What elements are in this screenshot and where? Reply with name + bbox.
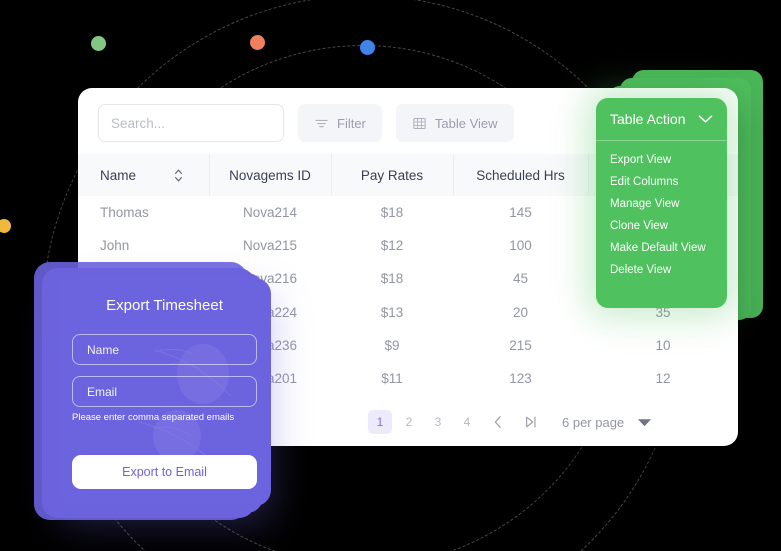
pagination-page-1[interactable]: 1 bbox=[368, 410, 392, 434]
dot-orange bbox=[250, 35, 265, 50]
dot-green bbox=[91, 36, 106, 51]
column-header-novagems-id[interactable]: Novagems ID bbox=[209, 154, 332, 196]
menu-item-delete-view[interactable]: Delete View bbox=[596, 259, 727, 281]
dot-blue bbox=[360, 40, 375, 55]
pagination-page-4[interactable]: 4 bbox=[455, 410, 479, 434]
cell-scheduled-hrs: 145 bbox=[509, 205, 532, 221]
export-name-input[interactable] bbox=[87, 342, 242, 357]
search-box[interactable] bbox=[98, 104, 288, 142]
column-header-pay-rates-label: Pay Rates bbox=[360, 167, 424, 183]
pagination-page-3[interactable]: 3 bbox=[426, 410, 450, 434]
column-header-name[interactable]: Name bbox=[78, 154, 210, 196]
menu-item-make-default-view[interactable]: Make Default View bbox=[596, 237, 727, 259]
column-header-novagems-id-label: Novagems ID bbox=[229, 167, 311, 183]
filter-button[interactable]: Filter bbox=[298, 104, 382, 142]
menu-item-manage-view[interactable]: Manage View bbox=[596, 193, 727, 215]
pagination-next-button[interactable] bbox=[517, 410, 545, 434]
per-page-select[interactable]: 6 per page bbox=[562, 414, 652, 430]
cell-extra: 12 bbox=[655, 371, 671, 387]
table-view-button[interactable]: Table View bbox=[395, 104, 514, 142]
menu-item-clone-view[interactable]: Clone View bbox=[596, 215, 727, 237]
cell-novagems-id: Nova215 bbox=[242, 238, 298, 254]
menu-item-export-view[interactable]: Export View bbox=[596, 149, 727, 171]
cell-pay-rate: $13 bbox=[380, 304, 404, 320]
column-header-scheduled-hrs[interactable]: Scheduled Hrs bbox=[453, 154, 589, 196]
cell-scheduled-hrs: 100 bbox=[509, 238, 532, 254]
table-action-menu: Export View Edit Columns Manage View Clo… bbox=[596, 141, 727, 281]
table-action-toggle[interactable]: Table Action bbox=[596, 98, 727, 141]
table-action-dropdown: Table Action Export View Edit Columns Ma… bbox=[596, 98, 727, 308]
export-name-field[interactable] bbox=[72, 334, 257, 365]
search-input[interactable] bbox=[111, 115, 288, 131]
export-email-hint: Please enter comma separated emails bbox=[72, 412, 235, 423]
export-dialog-title: Export Timesheet bbox=[106, 297, 223, 314]
cell-scheduled-hrs: 45 bbox=[512, 271, 529, 287]
export-timesheet-dialog: Export Timesheet Please enter comma sepa… bbox=[58, 278, 271, 506]
cell-pay-rate: $12 bbox=[380, 238, 404, 254]
cell-pay-rate: $11 bbox=[381, 371, 403, 387]
table-action-title: Table Action bbox=[610, 111, 686, 127]
cell-pay-rate: $9 bbox=[384, 337, 400, 353]
column-header-pay-rates[interactable]: Pay Rates bbox=[331, 154, 454, 196]
export-to-email-button[interactable]: Export to Email bbox=[72, 455, 257, 489]
pagination-page-2[interactable]: 2 bbox=[397, 410, 421, 434]
column-header-name-label: Name bbox=[100, 167, 137, 183]
cell-name: Thomas bbox=[100, 205, 149, 221]
cell-scheduled-hrs: 215 bbox=[509, 337, 532, 353]
column-header-scheduled-hrs-label: Scheduled Hrs bbox=[476, 167, 565, 183]
cell-pay-rate: $18 bbox=[380, 205, 404, 221]
caret-down-icon bbox=[638, 418, 652, 426]
cell-scheduled-hrs: 20 bbox=[512, 304, 529, 320]
pagination-prev-button[interactable] bbox=[484, 410, 512, 434]
sort-updown-icon[interactable] bbox=[174, 168, 183, 183]
filter-icon bbox=[315, 119, 328, 127]
dot-amber bbox=[0, 219, 11, 233]
filter-label: Filter bbox=[337, 115, 366, 131]
chevron-down-icon[interactable] bbox=[698, 114, 713, 124]
export-email-input[interactable] bbox=[87, 384, 242, 399]
play-to-end-icon bbox=[526, 416, 536, 428]
screenshot-stage: Filter Table View bbox=[0, 0, 781, 551]
cell-scheduled-hrs: 123 bbox=[509, 371, 532, 387]
cell-pay-rate: $18 bbox=[380, 271, 404, 287]
table-grid-icon bbox=[413, 117, 426, 129]
cell-extra: 10 bbox=[655, 337, 671, 353]
cell-novagems-id: Nova214 bbox=[242, 205, 298, 221]
cell-name: John bbox=[100, 238, 130, 254]
per-page-label: 6 per page bbox=[562, 414, 625, 430]
export-email-field[interactable] bbox=[72, 376, 257, 407]
menu-item-edit-columns[interactable]: Edit Columns bbox=[596, 171, 727, 193]
chevron-left-icon bbox=[494, 416, 501, 428]
table-view-label: Table View bbox=[434, 115, 498, 131]
